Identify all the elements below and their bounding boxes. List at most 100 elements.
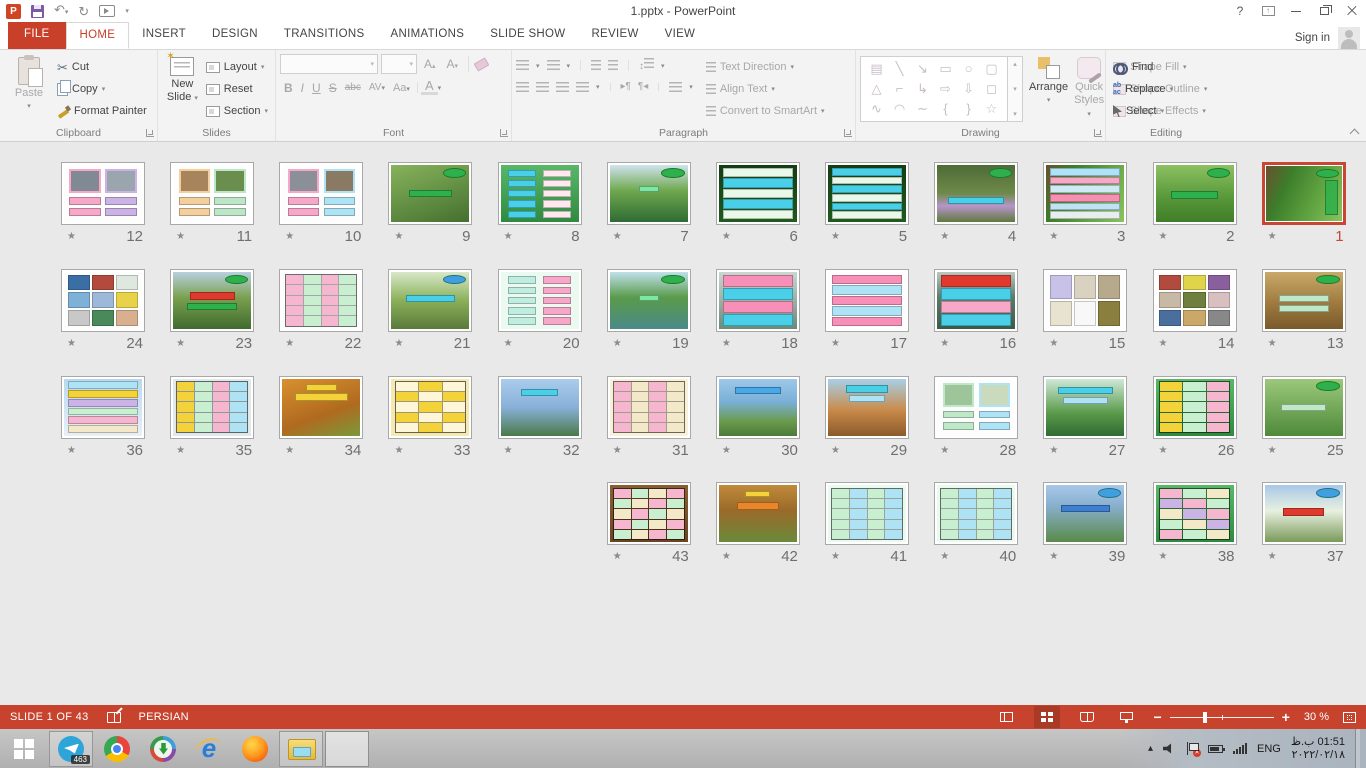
tab-file[interactable]: FILE — [8, 22, 66, 49]
help-button[interactable]: ? — [1226, 1, 1254, 21]
copy-button[interactable]: Copy▾ — [54, 78, 150, 100]
taskbar-app-ie[interactable]: e — [187, 731, 231, 767]
start-from-beginning-icon[interactable] — [99, 5, 115, 17]
find-button[interactable]: Find — [1110, 56, 1176, 78]
tab-design[interactable]: DESIGN — [199, 22, 271, 49]
section-button[interactable]: Section▾ — [203, 100, 271, 122]
shape-icon-6[interactable]: △ — [865, 79, 888, 99]
clear-formatting-icon[interactable] — [474, 57, 490, 71]
layout-button[interactable]: Layout▾ — [203, 56, 271, 78]
shape-icon-16[interactable]: } — [957, 99, 980, 119]
volume-icon[interactable] — [1163, 743, 1176, 755]
taskbar-app-firefox[interactable] — [233, 731, 277, 767]
redo-icon[interactable]: ↻ — [78, 5, 89, 18]
shape-icon-14[interactable]: ∼ — [911, 99, 934, 119]
slide-sorter-view-button[interactable] — [1034, 706, 1060, 728]
slide-thumbnail-33[interactable] — [388, 376, 472, 439]
slide-thumbnail-28[interactable] — [934, 376, 1018, 439]
shape-icon-12[interactable]: ∿ — [865, 99, 888, 119]
show-desktop-button[interactable] — [1355, 729, 1360, 768]
show-hidden-icons-button[interactable]: ▴ — [1148, 743, 1153, 754]
shape-icon-3[interactable]: ▭ — [934, 59, 957, 79]
slide-thumbnail-43[interactable] — [607, 482, 691, 545]
clock[interactable]: 01:51 ب.ظ ۲۰۲۲/۰۲/۱۸ — [1291, 736, 1345, 762]
increase-font-size-button[interactable]: A▴ — [420, 57, 440, 71]
save-icon[interactable] — [31, 5, 44, 18]
sign-in-label[interactable]: Sign in — [1295, 32, 1330, 44]
slide-thumbnail-7[interactable] — [607, 162, 691, 225]
shape-icon-0[interactable]: ▤ — [865, 59, 888, 79]
collapse-ribbon-icon[interactable] — [1350, 129, 1360, 139]
shape-icon-13[interactable]: ◠ — [888, 99, 911, 119]
shape-icon-15[interactable]: { — [934, 99, 957, 119]
strikethrough-button[interactable]: abc — [341, 82, 365, 93]
slide-thumbnail-12[interactable] — [61, 162, 145, 225]
shape-icon-5[interactable]: ▢ — [980, 59, 1003, 79]
slide-counter[interactable]: SLIDE 1 OF 43 — [10, 711, 89, 723]
slide-thumbnail-9[interactable] — [388, 162, 472, 225]
slide-thumbnail-30[interactable] — [716, 376, 800, 439]
network-signal-icon[interactable] — [1233, 743, 1247, 754]
select-button[interactable]: Select▾ — [1110, 100, 1176, 122]
shapes-gallery[interactable]: ▤╲↘▭○▢△⌐↳⇨⇩◻∿◠∼{}☆ — [860, 56, 1008, 122]
bullets-icon[interactable] — [516, 60, 529, 71]
clipboard-dialog-launcher[interactable] — [146, 129, 154, 137]
slide-thumbnail-37[interactable] — [1262, 482, 1346, 545]
zoom-slider-thumb[interactable] — [1203, 712, 1207, 723]
shape-icon-9[interactable]: ⇨ — [934, 79, 957, 99]
font-dialog-launcher[interactable] — [500, 129, 508, 137]
start-button[interactable] — [0, 729, 48, 768]
paragraph-dialog-launcher[interactable] — [844, 129, 852, 137]
decrease-font-size-button[interactable]: A▾ — [443, 57, 463, 71]
slide-thumbnail-41[interactable] — [825, 482, 909, 545]
change-case-button[interactable]: Aa▾ — [389, 82, 414, 94]
slide-thumbnail-18[interactable] — [716, 269, 800, 332]
slide-thumbnail-36[interactable] — [61, 376, 145, 439]
slide-thumbnail-14[interactable] — [1153, 269, 1237, 332]
slide-thumbnail-34[interactable] — [279, 376, 363, 439]
taskbar-app-powerpoint[interactable] — [325, 731, 369, 767]
zoom-in-button[interactable]: + — [1282, 710, 1290, 724]
slide-thumbnail-39[interactable] — [1043, 482, 1127, 545]
slide-thumbnail-11[interactable] — [170, 162, 254, 225]
shape-icon-2[interactable]: ↘ — [911, 59, 934, 79]
slide-thumbnail-29[interactable] — [825, 376, 909, 439]
slide-thumbnail-19[interactable] — [607, 269, 691, 332]
decrease-indent-icon[interactable] — [591, 60, 601, 71]
slide-thumbnail-40[interactable] — [934, 482, 1018, 545]
slide-thumbnail-23[interactable] — [170, 269, 254, 332]
replace-button[interactable]: abacReplace▾ — [1110, 78, 1176, 100]
shape-icon-8[interactable]: ↳ — [911, 79, 934, 99]
bold-button[interactable]: B — [280, 81, 297, 95]
slide-thumbnail-10[interactable] — [279, 162, 363, 225]
slide-sorter-canvas[interactable]: ★1★2★3★4★5★6★7★8★9★10★11★12★13★14★15★16★… — [0, 143, 1366, 705]
format-painter-button[interactable]: Format Painter — [54, 100, 150, 122]
shape-icon-1[interactable]: ╲ — [888, 59, 911, 79]
text-shadow-button[interactable]: S — [325, 81, 341, 95]
reset-button[interactable]: Reset — [203, 78, 271, 100]
slide-thumbnail-16[interactable] — [934, 269, 1018, 332]
font-name-combobox[interactable]: ▾ — [280, 54, 378, 74]
columns-icon[interactable] — [669, 82, 682, 93]
paste-button[interactable]: Paste▾ — [4, 54, 54, 110]
align-right-icon[interactable] — [556, 82, 569, 93]
slide-thumbnail-35[interactable] — [170, 376, 254, 439]
align-text-button[interactable]: Align Text▾ — [703, 78, 828, 100]
slide-thumbnail-6[interactable] — [716, 162, 800, 225]
shape-icon-17[interactable]: ☆ — [980, 99, 1003, 119]
font-color-button[interactable]: A — [421, 80, 438, 95]
zoom-out-button[interactable]: − — [1154, 710, 1162, 724]
spell-check-icon[interactable] — [107, 712, 121, 723]
taskbar-app-idm[interactable] — [141, 731, 185, 767]
normal-view-button[interactable] — [994, 706, 1020, 728]
shape-icon-7[interactable]: ⌐ — [888, 79, 911, 99]
align-center-icon[interactable] — [536, 82, 549, 93]
shape-icon-10[interactable]: ⇩ — [957, 79, 980, 99]
slide-thumbnail-3[interactable] — [1043, 162, 1127, 225]
convert-to-smartart-button[interactable]: Convert to SmartArt▾ — [703, 100, 828, 122]
character-spacing-button[interactable]: AV▾ — [365, 82, 389, 93]
slide-thumbnail-4[interactable] — [934, 162, 1018, 225]
slide-thumbnail-13[interactable] — [1262, 269, 1346, 332]
increase-indent-icon[interactable] — [608, 60, 618, 71]
zoom-slider[interactable] — [1170, 717, 1274, 718]
